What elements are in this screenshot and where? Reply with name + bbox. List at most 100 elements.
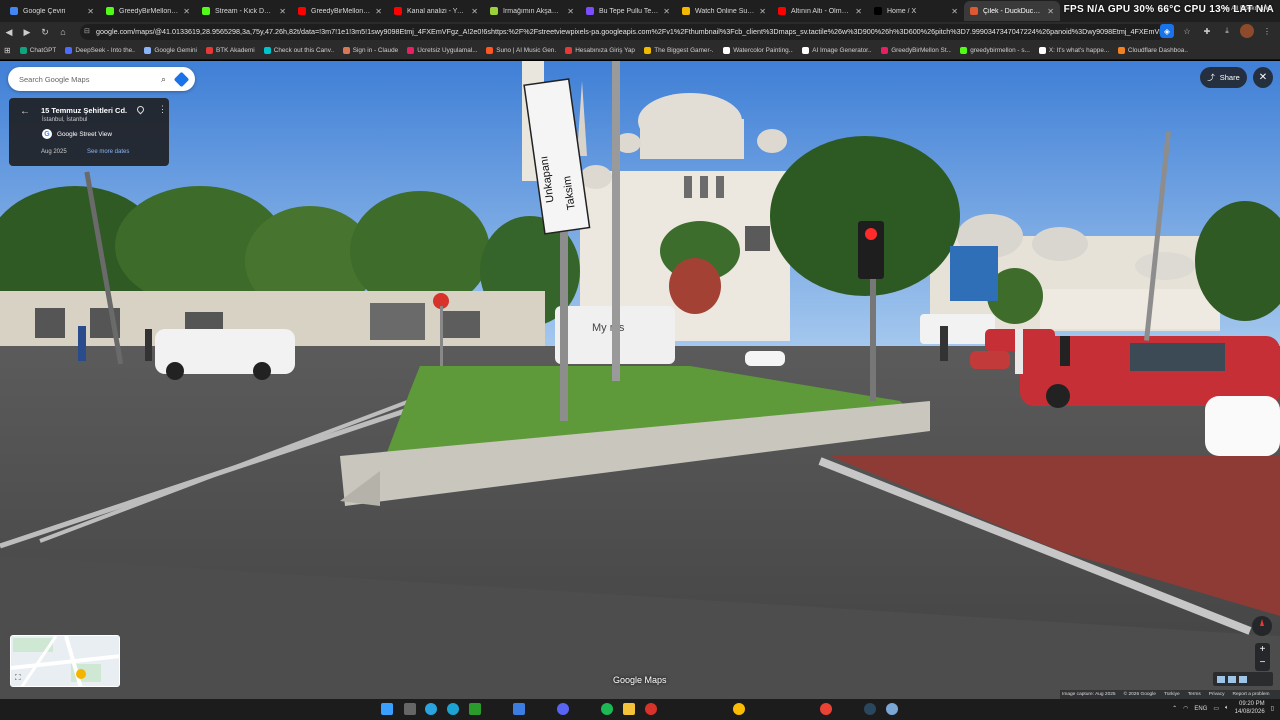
- profile-avatar[interactable]: [1240, 24, 1254, 38]
- forward-arrow-icon[interactable]: ▶: [18, 23, 36, 41]
- store-icon[interactable]: [513, 703, 525, 715]
- minimap[interactable]: ⛶: [10, 635, 120, 687]
- xbox-icon[interactable]: [469, 703, 481, 715]
- bookmark-favicon-icon: [144, 47, 152, 54]
- bookmark-item[interactable]: Watercolor Painting...: [723, 47, 793, 54]
- bookmark-item[interactable]: Ücretsiz Uygulamal...: [407, 47, 477, 54]
- wifi-icon[interactable]: ◠: [1183, 705, 1188, 712]
- zoom-out-button[interactable]: −: [1255, 656, 1270, 669]
- close-icon[interactable]: ✕: [1253, 67, 1273, 88]
- tab-close-icon[interactable]: ✕: [855, 7, 862, 16]
- browser-menu-icon[interactable]: ⋮: [1260, 24, 1274, 38]
- browser-tab[interactable]: GreedyBirMellon Stream ✕: [100, 1, 196, 21]
- edge-icon[interactable]: [447, 703, 459, 715]
- maps-search-box[interactable]: Search Google Maps ⌕: [8, 67, 195, 91]
- tab-close-icon[interactable]: ✕: [759, 7, 766, 16]
- chevron-up-icon[interactable]: ⌃: [1172, 705, 1177, 712]
- street-view-scene[interactable]: My ms Unkapanı Taksim: [0, 61, 1280, 699]
- extensions-icon[interactable]: ✚: [1200, 24, 1214, 38]
- bookmark-item[interactable]: Hesabınıza Giriş Yap...: [565, 47, 635, 54]
- apps-grid-icon[interactable]: ⊞: [4, 46, 11, 55]
- attribution-item[interactable]: Privacy: [1209, 692, 1225, 697]
- start-menu-icon[interactable]: [381, 703, 393, 715]
- location-info-card: ← 15 Temmuz Şehitleri Cd. ⋮ İstanbul, İs…: [9, 98, 169, 166]
- bookmark-item[interactable]: Cloudflare Dashboa...: [1117, 47, 1188, 54]
- browser-tab[interactable]: Kanal analizi - YouTube Studio ✕: [388, 1, 484, 21]
- bookmark-item[interactable]: BTK Akademi: [205, 47, 255, 54]
- discord-icon[interactable]: [557, 703, 569, 715]
- bookmark-item[interactable]: Google Gemini: [144, 47, 197, 54]
- street-view-extension-icon[interactable]: ◈: [1160, 24, 1174, 38]
- tab-close-icon[interactable]: ✕: [471, 7, 478, 16]
- steam-icon[interactable]: [864, 703, 876, 715]
- browser-tab[interactable]: Altının Altı - Olmaz Öyle ✕: [772, 1, 868, 21]
- tab-close-icon[interactable]: ✕: [663, 7, 670, 16]
- bookmark-item[interactable]: greedybirmellon - s...: [960, 47, 1030, 54]
- bookmark-item[interactable]: The Biggest Gamer-...: [644, 47, 714, 54]
- file-explorer-icon[interactable]: [623, 703, 635, 715]
- bookmark-item[interactable]: X: It's what's happe...: [1038, 47, 1109, 54]
- volume-icon[interactable]: 🔈︎: [1225, 705, 1229, 712]
- more-options-icon[interactable]: ⋮: [158, 104, 167, 115]
- bookmark-star-icon[interactable]: ☆: [1180, 24, 1194, 38]
- bookmark-item[interactable]: ChatGPT: [19, 47, 56, 54]
- bookmark-label: Hesabınıza Giriş Yap...: [575, 47, 636, 54]
- zoom-in-button[interactable]: +: [1255, 643, 1270, 656]
- all-bookmarks-link[interactable]: ▭ All Bookmarks: [1224, 4, 1272, 12]
- street-view-panorama[interactable]: My ms Unkapanı Taksim Search Google Maps…: [0, 61, 1280, 699]
- search-icon[interactable]: ⌕: [161, 74, 166, 85]
- tab-close-icon[interactable]: ✕: [183, 7, 190, 16]
- see-more-dates-link[interactable]: See more dates: [87, 149, 129, 155]
- home-icon[interactable]: ⌂: [54, 23, 72, 41]
- reload-icon[interactable]: ↻: [36, 23, 54, 41]
- settings-icon[interactable]: [886, 703, 898, 715]
- search-input[interactable]: Search Google Maps: [19, 75, 161, 84]
- tab-close-icon[interactable]: ✕: [279, 7, 286, 16]
- bookmark-label: The Biggest Gamer-...: [654, 47, 715, 54]
- bookmark-favicon-icon: [644, 47, 652, 54]
- browser-tab[interactable]: GreedyBirMellon - YouTube ✕: [292, 1, 388, 21]
- expand-map-icon[interactable]: ⛶: [15, 673, 21, 683]
- tab-close-icon[interactable]: ✕: [87, 7, 94, 16]
- share-button[interactable]: ⤴ Share: [1200, 67, 1247, 88]
- browser-tab[interactable]: Google Çeviri ✕: [4, 1, 100, 21]
- downloads-icon[interactable]: ⤓: [1220, 24, 1234, 38]
- browser-tab[interactable]: Çilek - DuckDuckGo ✕: [964, 1, 1060, 21]
- attribution-item[interactable]: Report a problem: [1232, 692, 1269, 697]
- tab-close-icon[interactable]: ✕: [951, 7, 958, 16]
- location-pin-icon[interactable]: [135, 104, 146, 115]
- browser-tab[interactable]: Home / X ✕: [868, 1, 964, 21]
- directions-icon[interactable]: [173, 71, 190, 87]
- bookmark-item[interactable]: DeepSeek - Into the...: [65, 47, 135, 54]
- chrome-active-icon[interactable]: [820, 703, 832, 715]
- bookmark-item[interactable]: AI Image Generator...: [802, 47, 872, 54]
- telegram-icon[interactable]: [425, 703, 437, 715]
- clock[interactable]: 09:20 PM 14/08/2026: [1235, 701, 1265, 716]
- task-view-icon[interactable]: [404, 703, 416, 715]
- browser-tab[interactable]: Stream - Kick Dashboard ✕: [196, 1, 292, 21]
- attribution-item[interactable]: Terms: [1188, 692, 1201, 697]
- back-arrow-icon[interactable]: ◀: [0, 23, 18, 41]
- network-icon[interactable]: ▭: [1213, 705, 1219, 712]
- source-label: Google Street View: [57, 130, 112, 138]
- bookmark-item[interactable]: Sign in - Claude: [342, 47, 398, 54]
- browser-tab[interactable]: Bu Tepe Pullu Tepe Ne ✕: [580, 1, 676, 21]
- bookmark-item[interactable]: Suno | AI Music Gen...: [486, 47, 556, 54]
- tab-close-icon[interactable]: ✕: [567, 7, 574, 16]
- compass-icon[interactable]: [1252, 616, 1272, 636]
- browser-tab[interactable]: Watch Online Superman ✕: [676, 1, 772, 21]
- opera-icon[interactable]: [645, 703, 657, 715]
- language-indicator[interactable]: ENG: [1194, 706, 1207, 712]
- notifications-icon[interactable]: ▯: [1271, 705, 1274, 712]
- spotify-icon[interactable]: [601, 703, 613, 715]
- chrome-icon[interactable]: [733, 703, 745, 715]
- browser-tab[interactable]: Irmağımın Akşama Ölüm ✕: [484, 1, 580, 21]
- layers-thumbnails[interactable]: [1213, 672, 1273, 686]
- bookmark-item[interactable]: Check out this Canv...: [263, 47, 334, 54]
- tab-close-icon[interactable]: ✕: [375, 7, 382, 16]
- site-info-icon[interactable]: ⊟: [84, 27, 90, 35]
- bookmark-item[interactable]: GreedyBirMellon St...: [881, 47, 951, 54]
- back-arrow-icon[interactable]: ←: [20, 106, 30, 117]
- tab-close-icon[interactable]: ✕: [1047, 7, 1054, 16]
- address-bar[interactable]: ⊟ google.com/maps/@41.0133619,28.9565298…: [80, 24, 1166, 40]
